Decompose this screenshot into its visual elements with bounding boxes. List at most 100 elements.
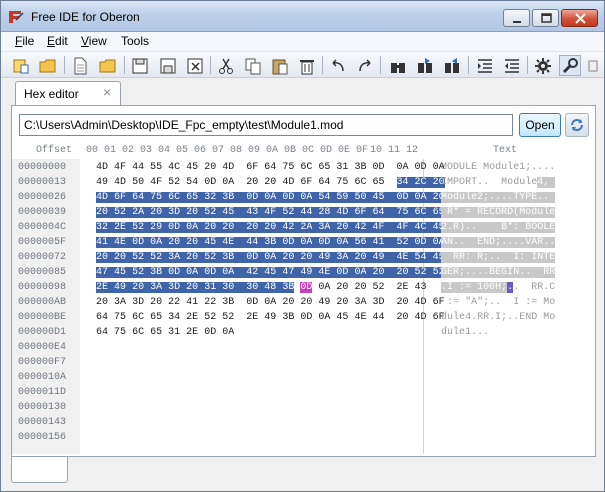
indent-button[interactable] (474, 55, 496, 76)
hex-byte[interactable]: 20 (300, 252, 313, 263)
hex-byte[interactable]: 55 (150, 162, 162, 173)
hex-byte[interactable]: 4D (336, 207, 349, 218)
hex-byte[interactable]: 30 (222, 282, 235, 293)
hex-byte[interactable]: 20 (397, 297, 409, 308)
hex-row[interactable]: 47 45 52 3B 0D 0A 0D 0A 42 45 47 49 4E 0… (96, 267, 445, 278)
hex-byte[interactable]: 0D (246, 252, 259, 263)
hex-byte[interactable]: 47 (282, 267, 295, 278)
hex-byte[interactable]: 6C (300, 162, 312, 173)
hex-byte[interactable]: 3A (354, 297, 366, 308)
hex-byte[interactable]: 2E (96, 282, 109, 293)
hex-byte[interactable]: 20 (336, 297, 348, 308)
hex-byte[interactable]: 0A (397, 162, 409, 173)
hex-byte[interactable]: 52 (204, 312, 216, 323)
hex-byte[interactable]: 65 (150, 312, 162, 323)
hex-row[interactable]: 20 3A 3D 20 22 41 22 3B 0D 0A 20 20 49 2… (96, 297, 445, 308)
hex-byte[interactable]: 0D (246, 297, 258, 308)
hex-byte[interactable]: 4D (415, 312, 427, 323)
hex-byte[interactable]: 0D (396, 192, 409, 203)
hex-byte[interactable]: 0D (336, 267, 349, 278)
hex-byte[interactable]: 56 (354, 237, 367, 248)
hex-byte[interactable]: 49 (318, 252, 331, 263)
hex-byte[interactable]: 0A (336, 237, 349, 248)
hex-byte[interactable]: 0D (168, 267, 181, 278)
hex-byte[interactable]: 54 (414, 252, 427, 263)
text-row[interactable]: 2.R).. B*: BOOLE (441, 222, 556, 233)
hex-byte[interactable]: 6C (132, 312, 144, 323)
open-file-button[interactable] (97, 55, 119, 76)
text-row[interactable]: RR: R;.. I: INTE (441, 252, 556, 263)
hex-byte[interactable]: 65 (372, 177, 384, 188)
hex-byte[interactable]: 4C (168, 162, 180, 173)
hex-byte[interactable]: 0A (300, 237, 313, 248)
hex-byte[interactable]: 44 (246, 237, 259, 248)
hex-byte[interactable]: 20 (186, 237, 199, 248)
hex-byte[interactable]: 6C (132, 327, 144, 338)
hex-byte[interactable]: 32 (204, 192, 217, 203)
hex-byte[interactable]: 20 (300, 297, 312, 308)
hex-byte[interactable]: 54 (318, 192, 331, 203)
hex-byte[interactable]: 0D (414, 237, 427, 248)
hex-byte[interactable]: 42 (282, 222, 295, 233)
hex-row[interactable]: 32 2E 52 29 0D 0A 20 20 20 20 42 2A 3A 2… (96, 222, 445, 233)
menu-file[interactable]: File (15, 34, 34, 48)
hex-row[interactable]: 4D 6F 64 75 6C 65 32 3B 0D 0A 0D 0A 54 5… (96, 192, 445, 203)
hex-byte[interactable]: 0A (222, 327, 234, 338)
paste-button[interactable] (269, 55, 291, 76)
hex-byte[interactable]: 2E (246, 312, 258, 323)
hex-byte[interactable]: 3B (264, 237, 277, 248)
hex-row[interactable]: 4D 4F 44 55 4C 45 20 4D 6F 64 75 6C 65 3… (96, 162, 445, 173)
hex-byte[interactable]: 52 (204, 207, 217, 218)
hex-byte[interactable]: 3B (282, 312, 294, 323)
open-project-button[interactable] (37, 55, 59, 76)
menu-edit[interactable]: Edit (47, 34, 68, 48)
text-row[interactable]: AN.. END;....VAR.. (441, 237, 556, 248)
hex-byte[interactable]: 0A (318, 282, 330, 293)
hex-byte[interactable]: 45 (264, 267, 277, 278)
hex-byte[interactable]: 48 (264, 282, 277, 293)
hex-byte[interactable]: 2E (114, 222, 127, 233)
hex-byte[interactable]: 0D (204, 327, 216, 338)
hex-byte[interactable]: 0D (204, 177, 216, 188)
hex-byte[interactable]: 2E (186, 327, 198, 338)
hex-byte[interactable]: 4D (415, 297, 427, 308)
hex-byte[interactable]: 20 (114, 252, 127, 263)
hex-byte[interactable]: 75 (114, 312, 126, 323)
hex-byte[interactable]: 6F (114, 192, 127, 203)
hex-byte[interactable]: 44 (372, 312, 384, 323)
hex-byte[interactable]: 3A (336, 252, 349, 263)
tab-close-icon[interactable]: × (103, 85, 111, 99)
hex-byte[interactable]: 3B (354, 162, 366, 173)
hex-byte[interactable]: 0D (300, 282, 313, 293)
hex-byte[interactable]: 50 (132, 177, 144, 188)
hex-byte[interactable]: 0A (354, 267, 367, 278)
hex-byte[interactable]: 20 (246, 177, 258, 188)
hex-byte[interactable]: 44 (132, 162, 144, 173)
hex-byte[interactable]: 32 (96, 222, 109, 233)
copy-button[interactable] (242, 55, 264, 76)
hex-byte[interactable]: 6C (354, 177, 366, 188)
unindent-button[interactable] (501, 55, 523, 76)
hex-byte[interactable]: 0A (222, 177, 234, 188)
hex-row[interactable]: 2E 49 20 3A 3D 20 31 30 30 48 3B 0D 0A 2… (96, 282, 427, 293)
text-row[interactable]: .I := 100H;.. RR.C (441, 282, 555, 293)
hex-byte[interactable]: 65 (186, 192, 199, 203)
hex-byte[interactable]: 4E (318, 267, 331, 278)
hex-byte[interactable]: 31 (168, 327, 180, 338)
hex-byte[interactable]: 3D (168, 282, 181, 293)
hex-byte[interactable]: 52 (204, 252, 217, 263)
hex-byte[interactable]: 45 (204, 237, 217, 248)
refresh-button[interactable] (565, 113, 589, 137)
hex-byte[interactable]: 20 (150, 207, 163, 218)
text-row[interactable]: Module2;....TYPE.. (441, 192, 556, 203)
hex-row[interactable]: 20 52 2A 20 3D 20 52 45 43 4F 52 44 28 4… (96, 207, 445, 218)
title-bar[interactable]: Free IDE for Oberon (1, 1, 604, 32)
hex-byte[interactable]: 6C (168, 192, 181, 203)
hex-row[interactable]: 64 75 6C 65 34 2E 52 52 2E 49 3B 0D 0A 4… (96, 312, 445, 323)
find-button[interactable] (387, 55, 409, 76)
hex-byte[interactable]: 4D (222, 162, 234, 173)
hex-byte[interactable]: 3B (222, 297, 234, 308)
hex-byte[interactable]: 0D (318, 237, 331, 248)
hex-byte[interactable]: 52 (168, 177, 180, 188)
text-row[interactable]: dule1... (441, 327, 489, 338)
